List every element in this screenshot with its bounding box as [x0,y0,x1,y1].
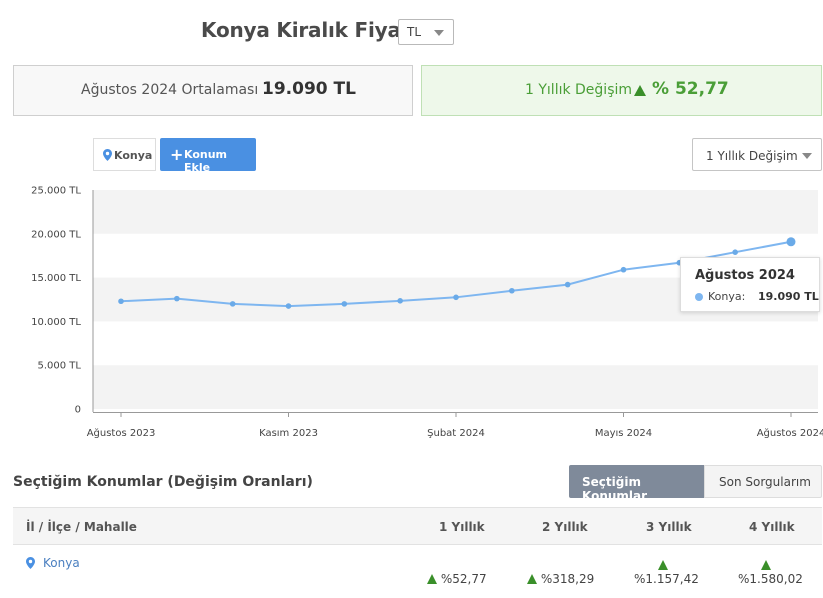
section-title: Seçtiğim Konumlar (Değişim Oranları) [13,474,313,490]
average-value: 19.090 TL [262,79,356,99]
add-location-button[interactable]: + Konum Ekle [160,138,256,174]
header-1-year: 1 Yıllık [439,520,485,534]
tab-recent-queries[interactable]: Son Sorgularım [704,465,822,498]
cell-4-year-value: %1.580,02 [738,572,803,586]
tab-selected-locations[interactable]: Seçtiğim Konumlar [569,465,704,503]
x-tick-label: Kasım 2023 [259,428,318,439]
y-tick-label: 0 [75,405,81,416]
change-label: 1 Yıllık Değişim [525,82,633,98]
table-header: İl / İlçe / Mahalle 1 Yıllık 2 Yıllık 3 … [13,507,822,545]
data-point [174,295,180,302]
location-chip[interactable]: Konya [93,138,156,171]
cell-2-year: %318,29 [527,572,594,586]
map-pin-icon [103,149,112,161]
chart-grid-band [93,365,818,409]
data-point [620,266,627,273]
header-location: İl / İlçe / Mahalle [26,520,137,534]
chevron-down-icon [802,153,812,159]
x-tick-label: Ağustos 2023 [87,427,156,439]
header-4-year: 4 Yıllık [749,520,795,534]
x-tick-label: Mayıs 2024 [595,428,652,439]
data-point [229,301,236,307]
y-tick-label: 10.000 TL [31,317,81,328]
header-2-year: 2 Yıllık [542,520,588,534]
average-label: Ağustos 2024 Ortalaması [81,82,259,98]
tooltip-series-dot [695,293,703,301]
tab-recent-label: Son Sorgularım [719,475,811,489]
data-point [453,294,459,301]
up-triangle-icon [658,560,668,570]
currency-select[interactable]: TL [398,19,454,45]
x-tick-label: Şubat 2024 [427,428,485,439]
data-point [509,287,515,294]
chart-grid-band [93,190,818,234]
page-title: Konya Kiralık Fiyat [201,18,411,42]
cell-4-year-trend [761,558,771,572]
cell-2-year-value: %318,29 [540,572,595,586]
change-summary-box: 1 Yıllık Değişim % 52,77 [421,65,822,116]
up-triangle-icon [634,85,646,96]
map-pin-icon [26,557,35,569]
data-point [341,301,348,307]
location-chip-label: Konya [114,149,153,162]
up-triangle-icon [527,574,537,584]
tooltip-value: 19.090 TL [758,290,819,303]
range-select[interactable]: 1 Yıllık Değişim [692,138,822,171]
data-point [786,237,796,247]
chevron-down-icon [434,30,444,36]
data-point [118,298,124,305]
y-tick-label: 5.000 TL [38,361,82,372]
cell-1-year-value: %52,77 [440,572,487,586]
change-value: % 52,77 [652,79,729,99]
cell-3-year-trend [658,558,668,572]
plus-icon: + [170,145,184,164]
up-triangle-icon [761,560,771,570]
data-point [397,298,403,304]
chart-tooltip: Ağustos 2024 Konya: 19.090 TL [680,257,820,312]
data-point [732,249,738,255]
add-location-label: Konum Ekle [184,148,228,174]
y-tick-label: 20.000 TL [31,229,81,240]
currency-value: TL [407,25,422,39]
cell-3-year-value: %1.157,42 [634,572,699,586]
row-location-label: Konya [43,556,80,570]
up-triangle-icon [427,574,437,584]
tooltip-series-label: Konya: [708,290,746,303]
range-select-value: 1 Yıllık Değişim [706,149,798,163]
tooltip-title: Ağustos 2024 [695,268,795,283]
x-tick-label: Ağustos 2024 [757,427,823,439]
average-summary-box: Ağustos 2024 Ortalaması 19.090 TL [13,65,413,116]
header-3-year: 3 Yıllık [646,520,692,534]
y-tick-label: 25.000 TL [31,186,81,197]
data-point [285,303,292,309]
y-tick-label: 15.000 TL [31,273,81,284]
data-point [564,281,571,288]
tab-selected-label: Seçtiğim Konumlar [582,475,648,503]
cell-1-year: %52,77 [427,572,487,586]
